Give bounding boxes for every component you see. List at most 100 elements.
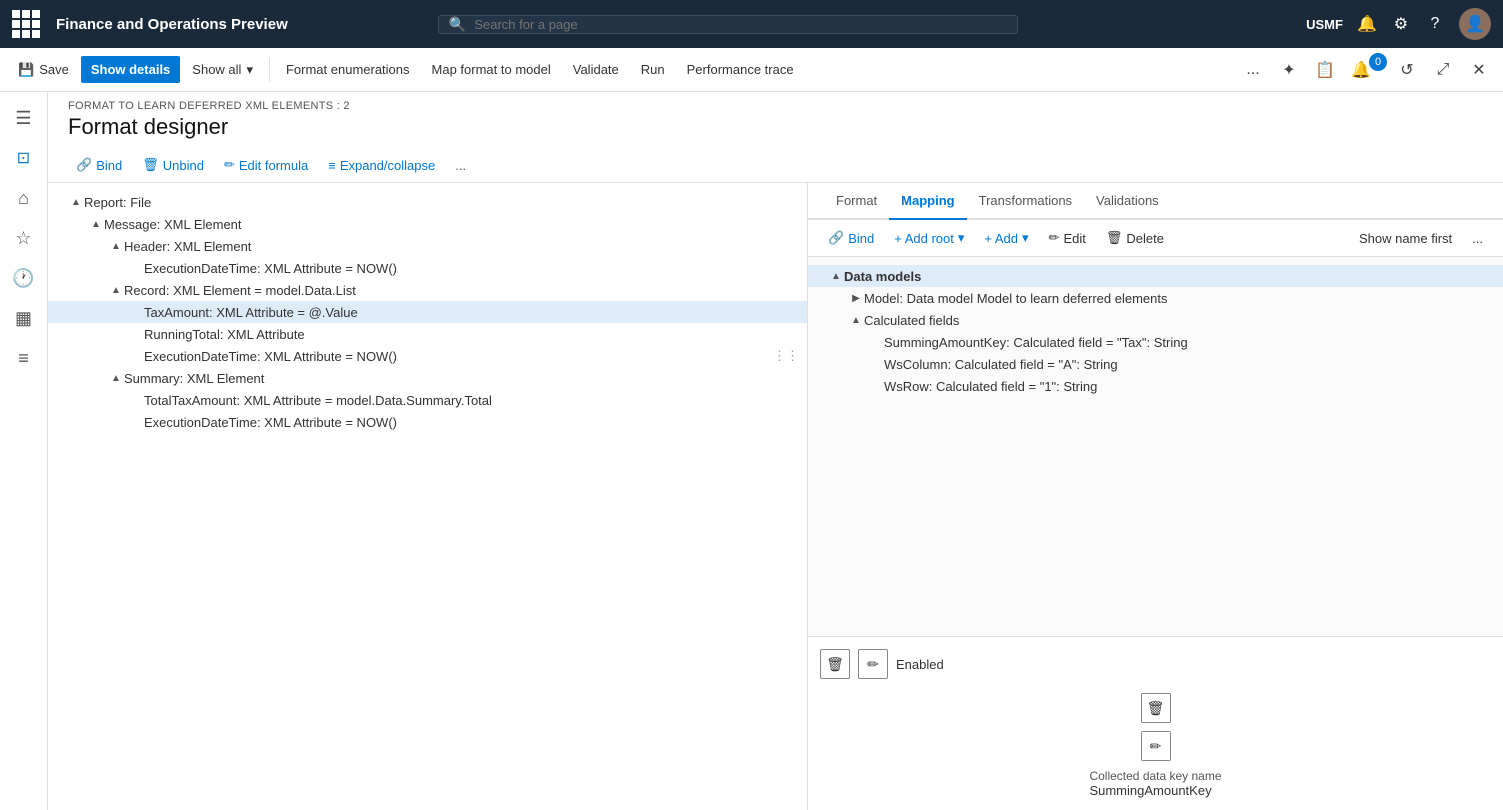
- help-icon[interactable]: ?: [1425, 14, 1445, 34]
- workspaces-icon[interactable]: ▦: [6, 300, 42, 336]
- open-in-new-button[interactable]: ⤢: [1427, 54, 1459, 86]
- favorites-icon[interactable]: ☆: [6, 220, 42, 256]
- settings-icon[interactable]: ⚙: [1391, 14, 1411, 34]
- add-root-button[interactable]: + Add root ▾: [886, 226, 972, 250]
- content-toolbar: 🔗 Bind 🗑 Unbind ✏ Edit formula ≡ Expand/…: [48, 148, 1503, 183]
- dt-item-model[interactable]: ▶ Model: Data model Model to learn defer…: [808, 287, 1503, 309]
- tab-transformations[interactable]: Transformations: [967, 183, 1084, 220]
- enabled-action-row: 🗑 ✏ Enabled: [820, 645, 1491, 683]
- drag-indicator: ⋮⋮: [773, 348, 807, 364]
- toggle-icon: ▲: [828, 268, 844, 284]
- tree-item-message[interactable]: ▲ Message: XML Element: [48, 213, 807, 235]
- toggle-icon: ▲: [88, 216, 104, 232]
- view-toggle-button[interactable]: 📋: [1309, 54, 1341, 86]
- tree-item-record[interactable]: ▲ Record: XML Element = model.Data.List: [48, 279, 807, 301]
- link-icon: 🔗: [828, 230, 844, 246]
- dt-item-data-models[interactable]: ▲ Data models: [808, 265, 1503, 287]
- filter-icon[interactable]: ⊡: [17, 148, 30, 168]
- nav-right: USMF 🔔 ⚙ ? 👤: [1306, 8, 1491, 40]
- close-button[interactable]: ✕: [1463, 54, 1495, 86]
- main-area: FORMAT TO LEARN DEFERRED XML ELEMENTS : …: [48, 92, 1503, 810]
- tree-item-summary[interactable]: ▲ Summary: XML Element: [48, 367, 807, 389]
- pencil-icon: ✏: [1049, 230, 1060, 246]
- tree-item-execution-record[interactable]: ExecutionDateTime: XML Attribute = NOW()…: [48, 345, 807, 367]
- collected-key-label: Collected data key name: [1089, 769, 1221, 783]
- show-name-first-button[interactable]: Show name first: [1351, 227, 1460, 250]
- delete-button[interactable]: 🗑 Delete: [1098, 226, 1172, 250]
- performance-trace-button[interactable]: Performance trace: [677, 56, 804, 83]
- toggle-icon: [128, 326, 144, 342]
- more-options-button[interactable]: ...: [1237, 54, 1269, 86]
- dt-item-wscolumn[interactable]: WsColumn: Calculated field = "A": String: [808, 353, 1503, 375]
- validate-button[interactable]: Validate: [563, 56, 629, 83]
- page-title: Format designer: [68, 114, 1483, 148]
- show-all-button[interactable]: Show all ▾: [182, 56, 263, 84]
- add-button[interactable]: + Add ▾: [976, 226, 1036, 250]
- tree-item-runningtotal[interactable]: RunningTotal: XML Attribute: [48, 323, 807, 345]
- sidebar-icons: ☰ ⊡ ⌂ ☆ 🕐 ▦ ≡: [0, 92, 48, 810]
- expand-collapse-button[interactable]: ≡ Expand/collapse: [320, 153, 443, 178]
- save-button[interactable]: 💾 Save: [8, 56, 79, 84]
- dt-item-summing[interactable]: SummingAmountKey: Calculated field = "Ta…: [808, 331, 1503, 353]
- refresh-button[interactable]: ↺: [1391, 54, 1423, 86]
- tree-item-report[interactable]: ▲ Report: File: [48, 191, 807, 213]
- toggle-icon: ▲: [108, 370, 124, 386]
- delete-collected-button[interactable]: 🗑: [1141, 693, 1171, 723]
- run-button[interactable]: Run: [631, 56, 675, 83]
- show-details-button[interactable]: Show details: [81, 56, 180, 83]
- page-content: ☰ ⊡ ⌂ ☆ 🕐 ▦ ≡ FORMAT TO LEARN DEFERRED X…: [0, 92, 1503, 810]
- search-icon: 🔍: [449, 16, 466, 33]
- user-avatar[interactable]: 👤: [1459, 8, 1491, 40]
- tree-item-execution-summary[interactable]: ExecutionDateTime: XML Attribute = NOW(): [48, 411, 807, 433]
- collected-data-field: Collected data key name SummingAmountKey: [1089, 769, 1221, 798]
- notification-icon[interactable]: 🔔: [1357, 14, 1377, 34]
- tree-item-header[interactable]: ▲ Header: XML Element: [48, 235, 807, 257]
- modules-icon[interactable]: ≡: [6, 340, 42, 376]
- toggle-icon: ▶: [848, 290, 864, 306]
- edit-collected-button[interactable]: ✏: [1141, 731, 1171, 761]
- page-subtitle: FORMAT TO LEARN DEFERRED XML ELEMENTS : …: [68, 100, 1483, 112]
- username-label: USMF: [1306, 17, 1343, 32]
- hamburger-menu-icon[interactable]: ☰: [6, 100, 42, 136]
- home-icon[interactable]: ⌂: [6, 180, 42, 216]
- right-bind-button[interactable]: 🔗 Bind: [820, 226, 882, 250]
- bind-button[interactable]: 🔗 Bind: [68, 152, 130, 178]
- format-enumerations-button[interactable]: Format enumerations: [276, 56, 420, 83]
- dt-item-wsrow[interactable]: WsRow: Calculated field = "1": String: [808, 375, 1503, 397]
- map-format-to-model-button[interactable]: Map format to model: [422, 56, 561, 83]
- pin-button[interactable]: ✦: [1273, 54, 1305, 86]
- app-switcher-button[interactable]: [12, 10, 40, 38]
- delete-action-button[interactable]: 🗑: [820, 649, 850, 679]
- toggle-icon: ▲: [108, 282, 124, 298]
- edit-action-button[interactable]: ✏: [858, 649, 888, 679]
- tab-format[interactable]: Format: [824, 183, 889, 220]
- unbind-button[interactable]: 🗑 Unbind: [134, 152, 212, 178]
- dt-item-calculated-fields[interactable]: ▲ Calculated fields: [808, 309, 1503, 331]
- tab-validations[interactable]: Validations: [1084, 183, 1171, 220]
- edit-formula-button[interactable]: ✏ Edit formula: [216, 152, 316, 178]
- collected-data-key-row: 🗑 ✏ Collected data key name SummingAmoun…: [820, 689, 1491, 802]
- format-tree-panel: ▲ Report: File ▲ Message: XML Element ▲ …: [48, 183, 808, 810]
- expand-icon: ≡: [328, 158, 336, 173]
- right-more-button[interactable]: ...: [1464, 227, 1491, 250]
- tree-item-execution-header[interactable]: ExecutionDateTime: XML Attribute = NOW(): [48, 257, 807, 279]
- tree-item-totaltax[interactable]: TotalTaxAmount: XML Attribute = model.Da…: [48, 389, 807, 411]
- content-more-button[interactable]: ...: [447, 153, 474, 178]
- chevron-down-icon: ▾: [246, 62, 253, 78]
- edit-button[interactable]: ✏ Edit: [1041, 226, 1094, 250]
- toggle-icon: ▲: [108, 238, 124, 254]
- pencil-icon: ✏: [224, 157, 235, 173]
- toggle-icon: [128, 260, 144, 276]
- recent-icon[interactable]: 🕐: [6, 260, 42, 296]
- search-input[interactable]: [474, 17, 1007, 32]
- tab-mapping[interactable]: Mapping: [889, 183, 966, 220]
- collected-key-value: SummingAmountKey: [1089, 783, 1221, 798]
- right-panel: Format Mapping Transformations Validatio…: [808, 183, 1503, 810]
- link-icon: 🔗: [76, 157, 92, 173]
- tree-item-taxamount[interactable]: TaxAmount: XML Attribute = @.Value: [48, 301, 807, 323]
- toggle-icon: [128, 414, 144, 430]
- enabled-label: Enabled: [896, 657, 944, 672]
- search-bar[interactable]: 🔍: [438, 15, 1018, 34]
- top-navigation: Finance and Operations Preview 🔍 USMF 🔔 …: [0, 0, 1503, 48]
- toolbar-separator: [269, 58, 270, 82]
